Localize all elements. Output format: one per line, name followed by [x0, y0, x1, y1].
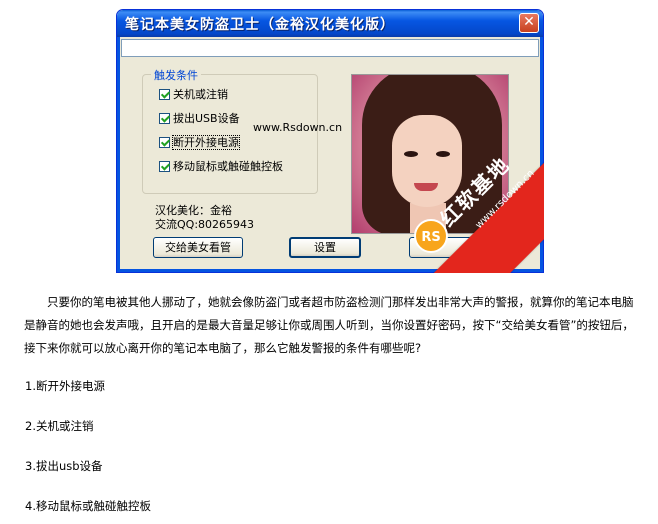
- trigger-conditions-group: 触发条件 关机或注销 拔出USB设备 断开外接电源 移动鼠标或触碰触控板: [142, 67, 318, 194]
- group-legend: 触发条件: [151, 67, 201, 83]
- watermark-ribbon: RS 红软基地 www.rsdown.cn: [396, 112, 544, 273]
- checkbox-checked-icon[interactable]: [159, 89, 170, 100]
- credit-qq: 交流QQ:80265943: [155, 218, 255, 231]
- article-paragraph: 只要你的笔电被其他人挪动了，她就会像防盗门或者超市防盗检测门那样发出非常大声的警…: [24, 295, 634, 355]
- list-item: 2.关机或注销: [25, 419, 94, 433]
- close-button[interactable]: ✕: [519, 13, 539, 33]
- close-icon: ✕: [523, 14, 535, 30]
- window-title: 笔记本美女防盗卫士（金裕汉化美化版）: [125, 17, 395, 33]
- checkbox-label: 拔出USB设备: [173, 112, 240, 125]
- checkbox-label: 移动鼠标或触碰触控板: [173, 160, 283, 173]
- checkbox-mouse[interactable]: 移动鼠标或触碰触控板: [159, 160, 283, 174]
- checkbox-label: 关机或注销: [173, 88, 228, 101]
- checkbox-power[interactable]: 断开外接电源: [159, 135, 240, 150]
- list-item: 4.移动鼠标或触碰触控板: [25, 499, 151, 513]
- list-item: 3.拔出usb设备: [25, 459, 103, 473]
- settings-button[interactable]: 设置: [289, 237, 361, 258]
- window-frame-left: [117, 37, 120, 272]
- checkbox-checked-icon[interactable]: [159, 161, 170, 172]
- rs-logo-icon: RS: [414, 219, 448, 253]
- hand-over-button[interactable]: 交给美女看管: [153, 237, 243, 258]
- checkbox-shutdown[interactable]: 关机或注销: [159, 88, 228, 102]
- password-input[interactable]: [121, 39, 539, 57]
- checkbox-label: 断开外接电源: [172, 135, 240, 150]
- checkbox-checked-icon[interactable]: [159, 137, 170, 148]
- title-bar[interactable]: 笔记本美女防盗卫士（金裕汉化美化版） ✕: [117, 10, 543, 37]
- watermark-url: www.Rsdown.cn: [253, 121, 343, 134]
- checkbox-checked-icon[interactable]: [159, 113, 170, 124]
- list-item: 1.断开外接电源: [25, 379, 105, 393]
- checkbox-usb[interactable]: 拔出USB设备: [159, 112, 240, 126]
